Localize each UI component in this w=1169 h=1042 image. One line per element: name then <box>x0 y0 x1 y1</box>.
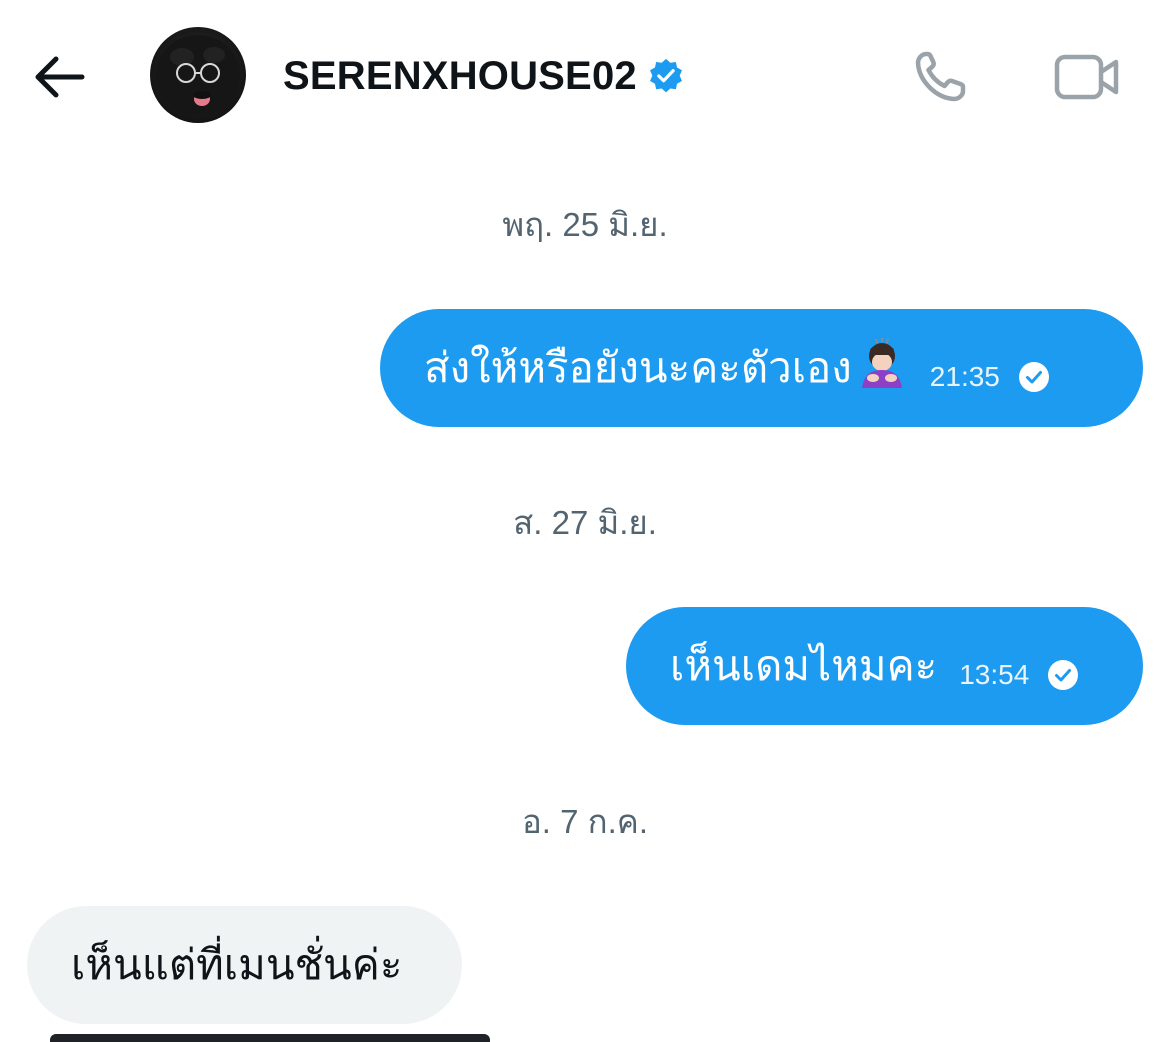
message-bubble-outgoing[interactable]: เห็นเดมไหมคะ 13:54 <box>626 607 1143 725</box>
message-text: ส่งให้หรือยังนะคะตัวเอง <box>424 335 908 401</box>
next-message-preview <box>50 1034 490 1042</box>
verified-badge-icon <box>649 58 682 93</box>
avatar-image <box>156 35 240 115</box>
person-bowing-emoji <box>861 338 902 388</box>
date-separator: อ. 7 ก.ค. <box>521 803 649 840</box>
read-receipt-check-icon <box>1048 660 1079 690</box>
message-meta: 21:35 <box>930 361 1050 393</box>
message-text-content: ส่งให้หรือยังนะคะตัวเอง <box>424 344 852 391</box>
message-text: เห็นเดมไหมคะ <box>670 642 938 689</box>
read-receipt-check-icon <box>1018 362 1049 392</box>
phone-icon <box>915 51 966 102</box>
message-text: เห็นแต่ที่เมนชั่นค่ะ <box>71 941 403 988</box>
arrow-left-icon <box>35 56 85 98</box>
audio-call-button[interactable] <box>908 46 974 108</box>
date-separator: ส. 27 มิ.ย. <box>513 504 657 541</box>
back-button[interactable] <box>28 46 90 108</box>
contact-avatar[interactable] <box>150 27 246 123</box>
message-timestamp: 13:54 <box>959 659 1030 690</box>
message-meta: 13:54 <box>959 659 1079 691</box>
contact-name: SERENXHOUSE02 <box>283 53 637 98</box>
conversation-header: SERENXHOUSE02 <box>0 0 1169 150</box>
video-camera-icon <box>1054 54 1119 100</box>
date-separator: พฤ. 25 มิ.ย. <box>502 206 668 243</box>
message-timestamp: 21:35 <box>929 361 1000 392</box>
contact-name-area[interactable]: SERENXHOUSE02 <box>283 50 685 102</box>
message-bubble-incoming[interactable]: เห็นแต่ที่เมนชั่นค่ะ <box>27 906 462 1024</box>
message-bubble-outgoing[interactable]: ส่งให้หรือยังนะคะตัวเอง 21:35 <box>380 309 1143 427</box>
video-call-button[interactable] <box>1050 46 1124 108</box>
